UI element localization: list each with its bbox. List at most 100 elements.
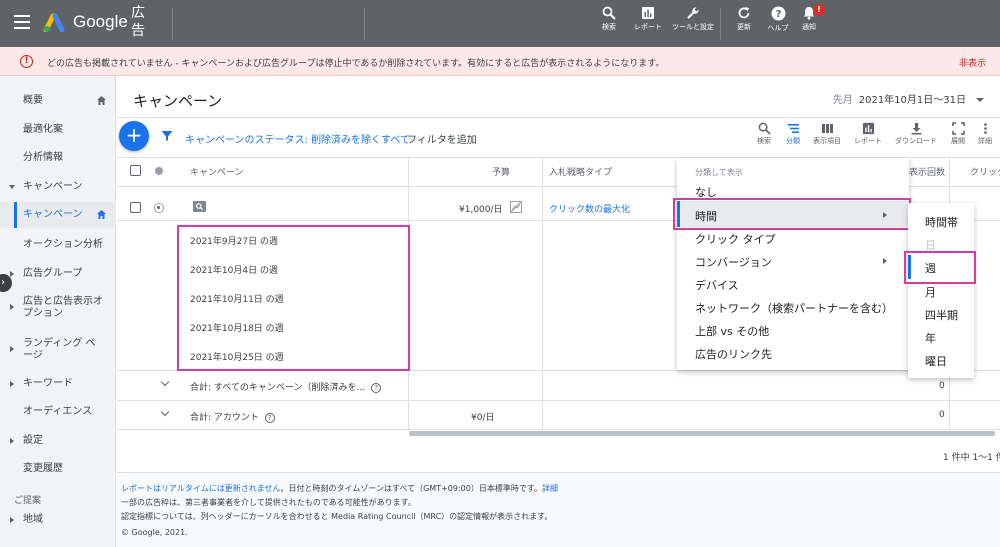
plus-icon: + [125,123,143,147]
sidebar-item-label: 設定 [23,435,43,446]
footer-line-1: レポートはリアルタイムには更新されません。日付と時刻のタイムゾーンはすべて（GM… [121,483,558,494]
sidebar-item-ads-extensions[interactable]: 広告と広告表示オプション [0,296,116,322]
expand-arrow-icon [9,185,15,189]
columns-button[interactable]: 表示項目 [807,122,847,146]
alert-banner: ! どの広告も掲載されていません - キャンペーンおよび広告グループは停止中であ… [0,47,1000,76]
chevron-right-icon: › [1,277,5,288]
sidebar-item-change-history[interactable]: 変更履歴 [0,463,116,475]
notification-badge: ! [813,4,825,16]
sidebar-item-settings[interactable]: 設定 [0,435,116,447]
bid-strategy-link[interactable]: クリック数の最大化 [549,202,630,215]
date-range-picker[interactable]: 先月 2021年10月1日～31日 [833,91,984,106]
expand-arrow-icon [10,381,14,387]
chevron-down-icon[interactable] [160,407,170,417]
sidebar-item-keywords[interactable]: キーワード [0,378,116,390]
columns-icon [821,124,833,133]
hide-alert-button[interactable]: 非表示 [959,56,986,69]
status-header-icon [155,167,163,175]
timezone-text: 。日付と時刻のタイムゾーンはすべて（GMT+09:00）日本標準時です。 [280,484,543,493]
sidebar-item-locations[interactable]: 地域 [0,514,116,526]
details-link[interactable]: 詳細 [542,484,558,493]
pagination-text: 1 件中 1～1 件 [943,453,1000,463]
row-checkbox[interactable] [130,202,141,213]
search-button[interactable]: 検索 [587,6,631,31]
chevron-right-icon [883,258,887,264]
sidebar-item-insights[interactable]: 分析情報 [0,152,116,164]
tool-label: 分類 [786,137,800,145]
sidebar-item-campaigns-group[interactable]: キャンペーン [0,181,116,193]
time-option-quarter[interactable]: 四半期 [925,307,958,323]
more-button[interactable]: 詳細 [970,122,1000,146]
sidebar-item-label: 最適化案 [23,124,63,135]
segment-option-device[interactable]: デバイス [695,277,739,293]
add-campaign-button[interactable]: + [119,121,149,151]
expand-icon [951,122,965,135]
tool-label: 検索 [757,137,771,145]
help-icon[interactable]: ? [371,383,382,393]
sidebar-item-ad-groups[interactable]: 広告グループ [0,268,116,280]
header-budget[interactable]: 予算 [492,165,510,178]
divider [117,117,1000,118]
select-all-checkbox[interactable] [130,165,141,176]
segment-option-network[interactable]: ネットワーク（検索パートナーを含む） [695,300,893,316]
copyright: © Google, 2021. [121,528,188,537]
tool-label: ダウンロード [895,137,937,145]
row-border [117,429,1000,430]
sidebar-item-label: オーディエンス [23,406,93,417]
add-filter-button[interactable]: フィルタを追加 [407,131,477,146]
search-icon [602,6,616,20]
tools-button[interactable]: ツールと設定 [671,6,715,31]
refresh-icon [738,7,750,19]
segment-option-conversions[interactable]: コンバージョン [695,254,772,270]
header-campaign[interactable]: キャンペーン [190,165,244,178]
time-option-weekday[interactable]: 曜日 [925,353,947,369]
sidebar-item-overview[interactable]: 概要 [0,95,116,107]
total-campaigns-row: 合計: すべてのキャンペーン（削除済みを...? [190,380,382,393]
status-filter-chip[interactable]: キャンペーンのステータス: 削除済みを除くすべて [185,131,410,146]
highlight-box-week [904,251,976,284]
time-option-hour[interactable]: 時間帯 [925,214,958,230]
sidebar-item-label: 広告グループ [23,268,83,279]
report-button[interactable]: レポート [848,122,888,146]
header-bid-strategy[interactable]: 入札戦略タイプ [549,165,612,178]
hamburger-menu-icon[interactable] [14,15,30,29]
sidebar-item-audiences[interactable]: オーディエンス [0,406,116,418]
header-impressions[interactable]: 表示回数 [909,165,945,178]
sidebar-item-label: 概要 [23,95,43,106]
status-icon[interactable] [154,203,164,213]
row-border [117,400,1000,401]
sidebar-item-label: オークション分析 [23,239,103,250]
divider [720,8,721,40]
sidebar-section-suggestions: ご提案 [14,496,42,506]
total-account-budget: ¥0/日 [471,413,495,423]
sidebar-item-label: 変更履歴 [23,463,63,474]
more-icon [983,123,987,134]
download-button[interactable]: ダウンロード [893,122,939,146]
segment-option-top-vs-other[interactable]: 上部 vs その他 [695,323,769,339]
collapse-sidebar-button[interactable]: › [0,274,12,292]
chart-icon[interactable] [510,201,522,213]
chevron-down-icon[interactable] [160,377,170,387]
header-clicks[interactable]: クリック [970,165,1000,178]
segment-menu-header: 分類して表示 [695,168,743,177]
filter-label: キャンペーンのステータス: [185,135,308,146]
sidebar-item-campaigns[interactable]: キャンペーン [0,202,116,228]
total-account-row: 合計: アカウント? [190,410,275,423]
tools-label: ツールと設定 [672,23,714,31]
alert-icon: ! [20,55,33,68]
reports-button[interactable]: レポート [626,6,670,31]
horizontal-scrollbar[interactable] [409,431,995,436]
segment-option-ad-destination[interactable]: 広告のリンク先 [695,346,772,362]
sidebar-item-auction-insights[interactable]: オークション分析 [0,239,116,251]
filter-icon[interactable] [161,130,173,142]
expand-arrow-icon [10,304,14,310]
help-icon: ? [771,6,785,21]
time-option-month[interactable]: 月 [925,284,936,300]
sidebar-item-recommendations[interactable]: 最適化案 [0,124,116,136]
time-option-year[interactable]: 年 [925,330,936,346]
realtime-notice-link[interactable]: レポートはリアルタイムには更新されません [121,484,281,493]
help-icon[interactable]: ? [264,413,275,423]
sidebar-item-landing-pages[interactable]: ランディング ページ [0,338,116,364]
top-bar: Google 広告 検索 レポート ツールと設定 更新 ? ヘルプ 通知 ! [0,0,1000,47]
segment-option-click-type[interactable]: クリック タイプ [695,231,776,247]
